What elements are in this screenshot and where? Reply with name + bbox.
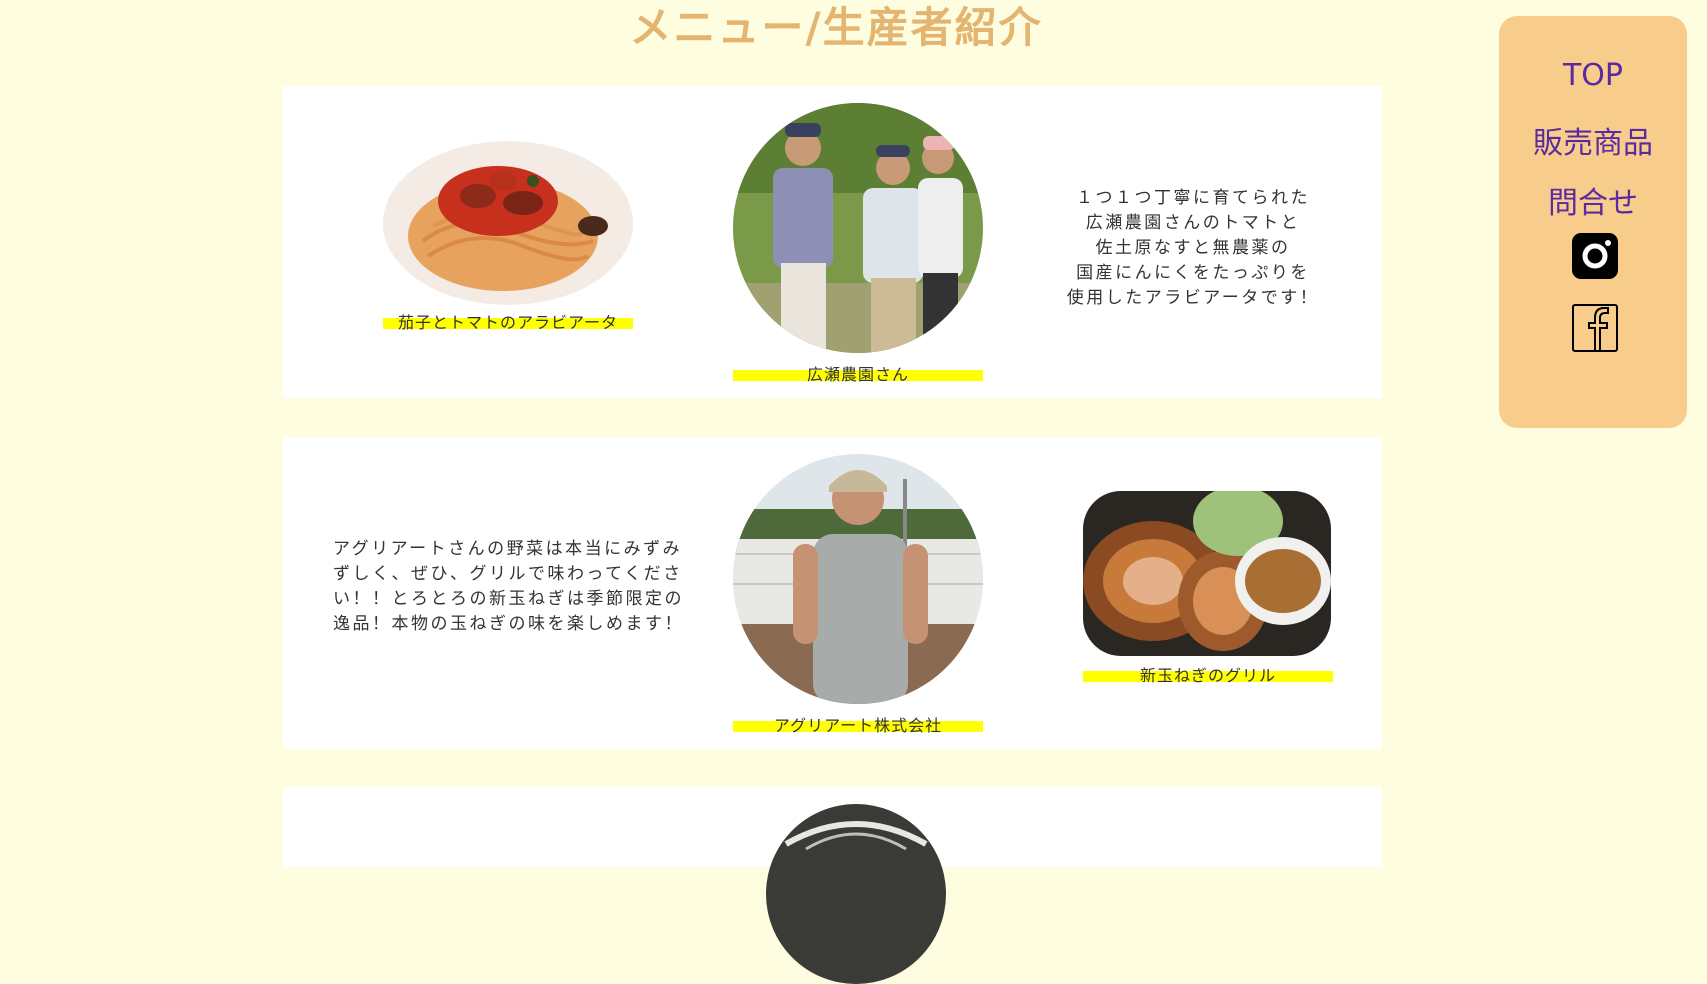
producer-card-partial [283,787,1382,984]
producer-description: １つ１つ丁寧に育てられた 広瀬農園さんのトマトと 佐土原なすと無農薬の 国産にん… [1066,188,1320,308]
producer-caption: 広瀬農園さん [733,361,983,384]
producer-description: アグリアートさんの野菜は本当にみずみ ずしく、ぜひ、グリルで味わってくださ い！… [333,539,684,634]
producer-caption: アグリアート株式会社 [733,712,983,735]
instagram-icon[interactable] [1572,233,1618,279]
nav-contact-link[interactable]: 問合せ [1499,178,1687,222]
page-title: メニュー/生産者紹介 [629,3,1043,52]
organic-logo-image [766,804,946,984]
facebook-icon[interactable] [1572,304,1618,352]
producer-photo-agriart [733,454,983,704]
pasta-dish-image [383,141,633,306]
producer-card-hirose: 茄子とトマトのアラビアータ 広瀬農園さん １つ１つ丁寧に育てられた 広瀬農園さん… [283,86,1382,398]
dish-caption: 茄子とトマトのアラビアータ [383,309,633,332]
onion-grill-dish-image [1083,491,1331,656]
producer-photo-hirose [733,103,983,353]
nav-top-link[interactable]: TOP [1499,58,1687,93]
dish-caption: 新玉ねぎのグリル [1083,662,1333,685]
nav-products-link[interactable]: 販売商品 [1499,118,1687,162]
side-nav-panel: TOP 販売商品 問合せ [1499,16,1687,428]
producer-card-agriart: アグリアートさんの野菜は本当にみずみ ずしく、ぜひ、グリルで味わってくださ い！… [283,437,1382,749]
